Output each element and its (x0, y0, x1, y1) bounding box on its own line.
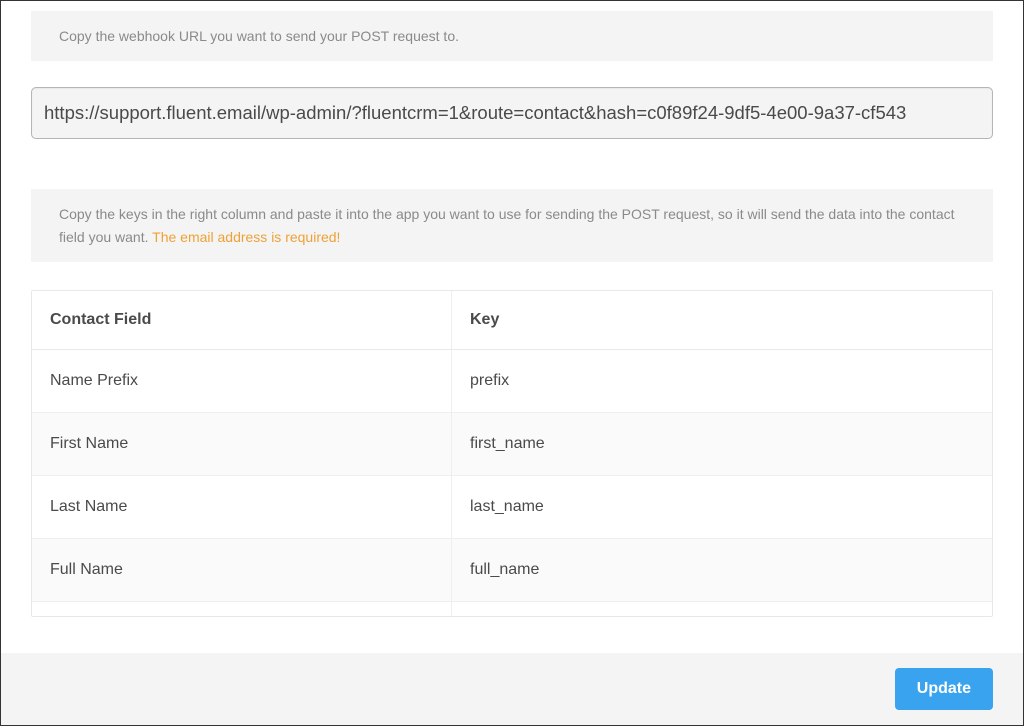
table-row: Last Name last_name (32, 476, 992, 539)
td-field: Last Name (32, 476, 452, 538)
td-key: email (452, 602, 992, 616)
keys-info: Copy the keys in the right column and pa… (31, 189, 993, 262)
td-field: Full Name (32, 539, 452, 601)
table-row: First Name first_name (32, 413, 992, 476)
td-key: first_name (452, 413, 992, 475)
update-button[interactable]: Update (895, 668, 993, 710)
table-row: Name Prefix prefix (32, 350, 992, 413)
td-key: full_name (452, 539, 992, 601)
webhook-url-info: Copy the webhook URL you want to send yo… (31, 11, 993, 61)
td-field: First Name (32, 413, 452, 475)
footer-bar: Update (1, 653, 1023, 725)
table-body[interactable]: Name Prefix prefix First Name first_name… (32, 350, 992, 616)
fields-table: Contact Field Key Name Prefix prefix Fir… (31, 290, 993, 617)
th-key: Key (452, 291, 992, 349)
td-field: Email (32, 602, 452, 616)
table-row: Full Name full_name (32, 539, 992, 602)
td-field: Name Prefix (32, 350, 452, 412)
td-key: last_name (452, 476, 992, 538)
webhook-url-input[interactable] (31, 87, 993, 139)
th-contact-field: Contact Field (32, 291, 452, 349)
webhook-url-field-wrap (31, 87, 993, 139)
table-row: Email email (32, 602, 992, 616)
td-key: prefix (452, 350, 992, 412)
info-text: Copy the webhook URL you want to send yo… (59, 28, 459, 44)
table-header: Contact Field Key (32, 291, 992, 350)
keys-info-highlight: The email address is required! (152, 229, 340, 245)
